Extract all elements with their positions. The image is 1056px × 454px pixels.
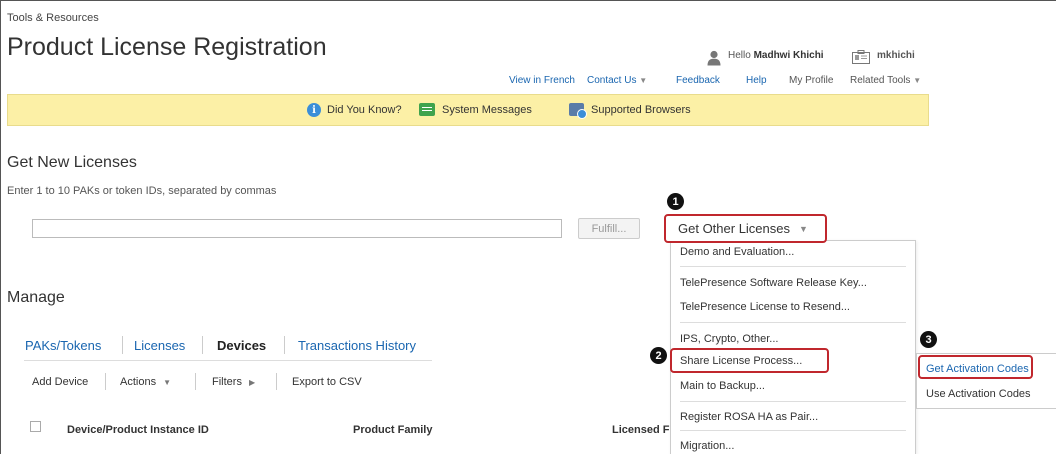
fulfill-button[interactable]: Fulfill...: [578, 218, 640, 239]
step-3-badge: 3: [920, 331, 937, 348]
my-profile-link[interactable]: My Profile: [789, 75, 833, 86]
actions-menu[interactable]: Actions ▼: [120, 376, 171, 388]
feedback-link[interactable]: Feedback: [676, 75, 720, 86]
column-licensed-features[interactable]: Licensed F: [612, 424, 669, 436]
menu-item-telepresence-release-key[interactable]: TelePresence Software Release Key...: [680, 277, 867, 289]
column-device-id[interactable]: Device/Product Instance ID: [67, 424, 209, 436]
tab-transactions-history[interactable]: Transactions History: [298, 338, 416, 353]
greeting-prefix: Hello: [728, 50, 751, 61]
chevron-down-icon: ▼: [163, 378, 172, 387]
system-messages-link[interactable]: System Messages: [419, 103, 532, 116]
message-icon: [419, 103, 435, 116]
related-tools-label: Related Tools: [850, 75, 911, 86]
manage-heading: Manage: [7, 289, 65, 306]
user-name: Madhwi Khichi: [753, 50, 824, 61]
menu-divider: [680, 266, 906, 267]
id-card-icon: [852, 50, 870, 64]
supported-browsers-label: Supported Browsers: [591, 103, 691, 116]
user-greeting: Hello Madhwi Khichi: [728, 50, 824, 61]
tab-devices[interactable]: Devices: [217, 338, 266, 353]
get-activation-codes-highlight: [918, 355, 1033, 379]
pak-helper-text: Enter 1 to 10 PAKs or token IDs, separat…: [7, 185, 277, 197]
other-licenses-menu: Demo and Evaluation... TelePresence Soft…: [670, 240, 916, 454]
tab-divider: [284, 336, 285, 354]
submenu-use-activation-codes[interactable]: Use Activation Codes: [926, 388, 1031, 400]
step-2-badge: 2: [650, 347, 667, 364]
did-you-know-label: Did You Know?: [327, 104, 402, 116]
pak-input[interactable]: [32, 219, 562, 238]
share-license-highlight: [670, 348, 829, 373]
browser-check-icon: [569, 103, 587, 119]
menu-item-telepresence-resend[interactable]: TelePresence License to Resend...: [680, 301, 850, 313]
contact-us-label: Contact Us: [587, 75, 637, 86]
tab-paks-tokens[interactable]: PAKs/Tokens: [25, 338, 101, 353]
breadcrumb[interactable]: Tools & Resources: [7, 12, 99, 24]
menu-item-ips-crypto-other[interactable]: IPS, Crypto, Other...: [680, 333, 778, 345]
column-product-family[interactable]: Product Family: [353, 424, 432, 436]
tabs-underline: [24, 360, 432, 361]
view-in-french-link[interactable]: View in French: [509, 75, 575, 86]
chevron-right-icon: ▶: [249, 378, 256, 387]
user-icon: [707, 50, 721, 66]
menu-item-migration[interactable]: Migration...: [680, 440, 734, 452]
action-divider: [105, 373, 106, 390]
get-new-licenses-heading: Get New Licenses: [7, 154, 137, 171]
get-other-licenses-label: Get Other Licenses: [678, 221, 790, 236]
action-divider: [276, 373, 277, 390]
chevron-down-icon: ▼: [639, 76, 648, 85]
did-you-know-link[interactable]: i Did You Know?: [307, 103, 402, 117]
tab-divider: [122, 336, 123, 354]
chevron-down-icon: ▼: [799, 223, 808, 234]
info-icon: i: [307, 103, 321, 117]
menu-divider: [680, 401, 906, 402]
add-device-button[interactable]: Add Device: [32, 376, 88, 388]
menu-divider: [680, 322, 906, 323]
select-all-checkbox[interactable]: [30, 421, 41, 432]
filters-label: Filters: [212, 376, 242, 388]
contact-us-link[interactable]: Contact Us ▼: [587, 75, 647, 86]
supported-browsers-link[interactable]: Supported Browsers: [569, 103, 691, 119]
help-link[interactable]: Help: [746, 75, 767, 86]
step-1-badge: 1: [667, 193, 684, 210]
export-csv-button[interactable]: Export to CSV: [292, 376, 362, 388]
menu-item-demo-evaluation[interactable]: Demo and Evaluation...: [680, 246, 794, 258]
user-id[interactable]: mkhichi: [877, 50, 915, 61]
tab-divider: [202, 336, 203, 354]
action-divider: [195, 373, 196, 390]
filters-toggle[interactable]: Filters ▶: [212, 376, 255, 388]
menu-divider: [680, 430, 906, 431]
menu-item-register-rosa-ha[interactable]: Register ROSA HA as Pair...: [680, 411, 818, 423]
actions-label: Actions: [120, 376, 157, 388]
menu-item-main-to-backup[interactable]: Main to Backup...: [680, 380, 765, 392]
get-other-licenses-button[interactable]: Get Other Licenses ▼: [664, 214, 827, 243]
system-messages-label: System Messages: [442, 103, 532, 116]
page-title: Product License Registration: [7, 33, 327, 61]
tab-licenses[interactable]: Licenses: [134, 338, 185, 353]
chevron-down-icon: ▼: [913, 76, 922, 85]
related-tools-menu[interactable]: Related Tools ▼: [850, 75, 921, 86]
